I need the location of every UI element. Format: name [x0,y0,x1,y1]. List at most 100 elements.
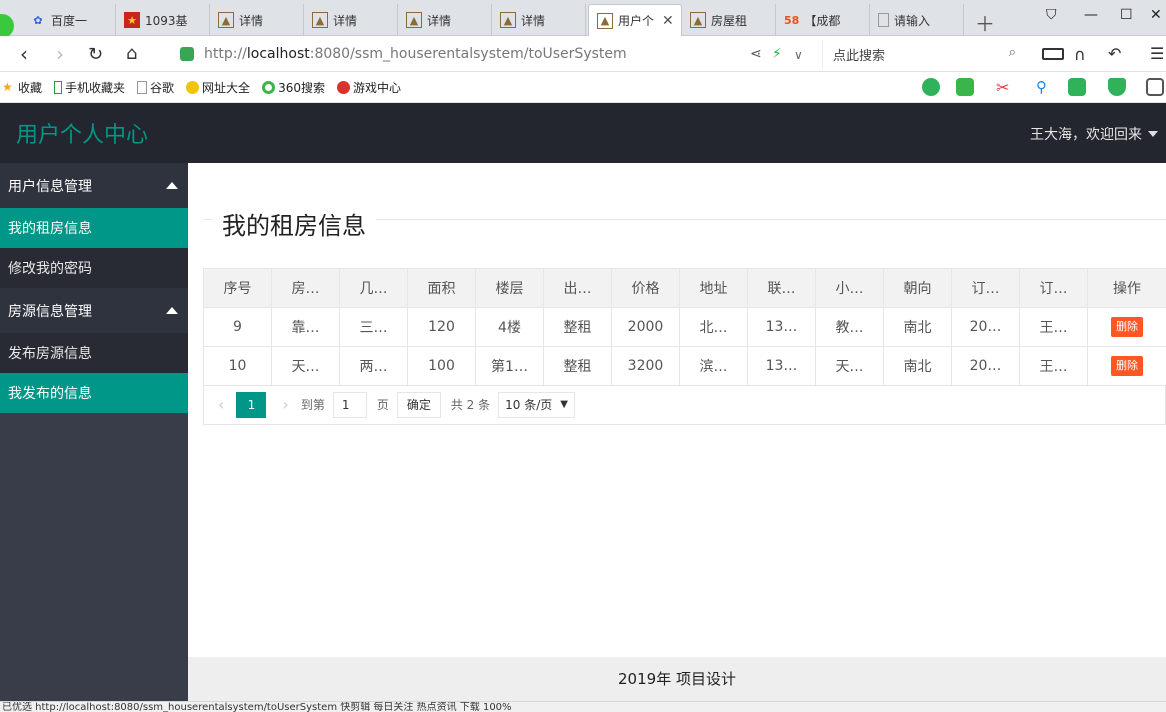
table-cell: 2000 [611,307,680,347]
360-icon [262,80,276,94]
sidebar-item-my-published[interactable]: 我发布的信息 [0,373,188,413]
headphones-icon[interactable]: ∩ [1074,45,1086,64]
next-page-icon[interactable]: › [282,395,288,414]
browser-tab[interactable]: ✿ 百度一 [22,4,116,36]
bookmark-item[interactable]: 360搜索 [262,79,325,96]
table-cell: 第1… [475,346,544,386]
magnifier-icon[interactable]: ⚲ [1036,78,1054,96]
table-cell: 9 [203,307,272,347]
delete-button[interactable]: 删除 [1111,317,1143,337]
undo-icon[interactable]: ↶ [1108,44,1121,63]
url-field[interactable]: http://localhost:8080/ssm_houserentalsys… [180,40,820,68]
browser-tab[interactable]: 请输入 [870,4,964,36]
browser-tab[interactable]: ▲ 详情 [492,4,586,36]
tab-label: 详情 [239,13,264,28]
page-size-value: 10 条/页 [505,398,553,412]
table-cell: 靠… [271,307,340,347]
browser-tab[interactable]: 58 【成都 [776,4,870,36]
column-header: 房… [271,268,340,308]
table-cell: 10 [203,346,272,386]
sidebar-item-label: 我的租房信息 [8,221,92,237]
browser-tab[interactable]: ▲ 详情 [210,4,304,36]
browser-logo-icon [0,14,14,38]
sidebar-item-label: 我发布的信息 [8,386,92,402]
table-cell: 王… [1019,307,1088,347]
menu-icon[interactable]: ☰ [1150,44,1164,63]
table-cell: 天… [815,346,884,386]
forward-icon[interactable]: › [56,42,64,66]
table-cell: 120 [407,307,476,347]
table-cell: 王… [1019,346,1088,386]
address-bar: ‹ › ↻ ⌂ http://localhost:8080/ssm_houser… [0,36,1166,72]
goto-page-input[interactable]: 1 [332,391,367,418]
bookmark-item[interactable]: 谷歌 [137,79,174,96]
home-icon[interactable]: ⌂ [126,43,137,64]
close-window-icon[interactable]: ✕ [1150,7,1162,23]
table-cell: 两… [339,346,408,386]
maximize-icon[interactable]: ☐ [1120,7,1133,23]
refresh-icon[interactable]: ↻ [88,44,103,65]
sidebar-item-change-password[interactable]: 修改我的密码 [0,248,188,288]
page-footer: 2019年 项目设计 [188,657,1166,701]
column-header: 楼层 [475,268,544,308]
browser-tab[interactable]: ▲ 详情 [304,4,398,36]
page-size-select[interactable]: 10 条/页 ▼ [498,391,575,418]
table-row: 10 天… 两… 100 第1… 整租 3200 滨… 13… 天… 南北 20… 王… 删除 [203,346,1166,386]
column-header: 序号 [203,268,272,308]
user-menu[interactable]: 王大海，欢迎回来 [1030,124,1158,144]
tab-label: 详情 [333,13,358,28]
table-cell: 滨… [679,346,748,386]
sidebar: 用户信息管理 我的租房信息 修改我的密码 房源信息管理 发布房源信息 我发布的信… [0,163,188,712]
table-cell: 删除 [1087,346,1166,386]
url-rest: :8080/ssm_houserentalsystem/toUserSystem [309,46,627,62]
confirm-button[interactable]: 确定 [396,391,441,418]
table-cell: 南北 [883,307,952,347]
column-header: 订… [1019,268,1088,308]
picture-icon: ▲ [597,12,613,29]
wechat-icon[interactable] [922,78,940,96]
search-icon[interactable]: ⌕ [1009,45,1016,60]
sidebar-group-user-info[interactable]: 用户信息管理 [0,163,188,208]
browser-tab[interactable]: ▲ 详情 [398,4,492,36]
delete-button[interactable]: 删除 [1111,356,1143,376]
grid-icon[interactable] [1146,78,1164,96]
sidebar-group-label: 用户信息管理 [8,178,92,195]
prev-page-icon[interactable]: ‹ [218,395,224,414]
bookmark-item[interactable]: ★ 收藏 [2,79,42,96]
extension-icon[interactable] [956,78,974,96]
current-page-button[interactable]: 1 [236,391,267,418]
picture-icon: ▲ [406,12,422,28]
browser-tab-active[interactable]: ▲ 用户个 ✕ [588,4,682,36]
dropdown-arrow-icon: ▼ [560,399,568,410]
gamepad-icon[interactable] [1068,78,1086,96]
shirt-skin-icon[interactable]: ⛉ [1046,7,1057,23]
sidebar-group-house-info[interactable]: 房源信息管理 [0,288,188,333]
bookmark-item[interactable]: 游戏中心 [336,79,401,96]
table-cell: 100 [407,346,476,386]
caret-up-icon [166,182,178,189]
chevron-down-icon[interactable]: ∨ [794,48,803,62]
sidebar-item-publish-house[interactable]: 发布房源信息 [0,333,188,373]
table-cell: 20… [951,307,1020,347]
share-icon[interactable]: ⋖ [750,46,762,62]
browser-tab[interactable]: ★ 1093基 [116,4,210,36]
caret-down-icon [1148,131,1158,137]
search-input[interactable]: 点此搜索 ⌕ [822,40,1022,68]
bookmark-label: 收藏 [18,80,43,95]
bookmark-item[interactable]: 手机收藏夹 [54,79,125,96]
lightning-icon[interactable]: ⚡ [772,46,782,62]
globe-icon [186,80,200,94]
sidebar-item-my-rentals[interactable]: 我的租房信息 [0,208,188,248]
pagination: ‹ 1 › 到第 1 页 确定 共 2 条 10 条/页 ▼ [203,385,1166,425]
battery-icon[interactable] [1042,48,1064,60]
phone-icon [54,80,63,94]
new-tab-icon[interactable]: ＋ [975,8,995,37]
shield-icon[interactable] [1108,78,1126,96]
table-row: 9 靠… 三… 120 4楼 整租 2000 北… 13… 教… 南北 20… 王… 删除 [203,307,1166,347]
browser-tab[interactable]: ▲ 房屋租 [682,4,776,36]
bookmark-item[interactable]: 网址大全 [186,79,250,96]
back-icon[interactable]: ‹ [20,42,28,66]
close-tab-icon[interactable]: ✕ [662,13,674,29]
scissors-icon[interactable]: ✂ [996,78,1014,97]
minimize-icon[interactable]: — [1084,7,1098,23]
